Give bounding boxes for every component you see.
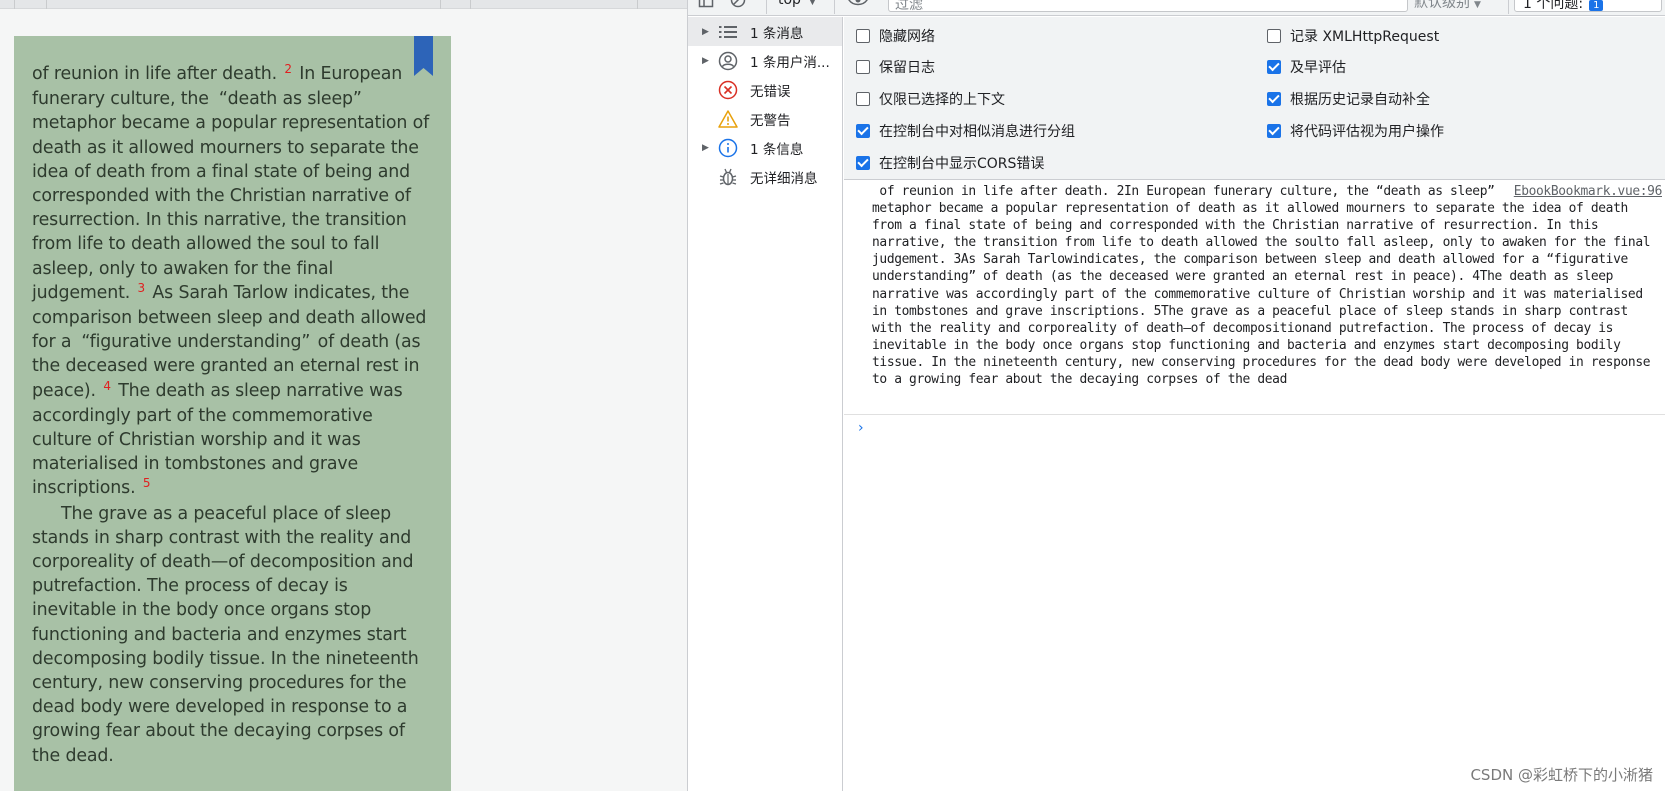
error-icon bbox=[708, 80, 748, 100]
footnote-ref[interactable]: 5 bbox=[143, 476, 151, 490]
chevron-down-icon: ▼ bbox=[808, 0, 816, 7]
option-preserve-log[interactable]: 保留日志 bbox=[856, 57, 935, 77]
issues-button[interactable]: 1 个问题: 1 bbox=[1514, 0, 1662, 12]
option-label: 在控制台中显示CORS错误 bbox=[879, 156, 1045, 172]
log-message-text: of reunion in life after death. 2In Euro… bbox=[872, 184, 1658, 388]
option-log-xhr[interactable]: 记录 XMLHttpRequest bbox=[1267, 26, 1439, 46]
checkbox[interactable] bbox=[856, 92, 870, 106]
sidebar-item-errors[interactable]: 无错误 bbox=[688, 75, 842, 104]
issues-count-badge: 1 bbox=[1589, 0, 1604, 11]
eye-icon[interactable] bbox=[848, 0, 868, 12]
devtools-console: top ▼ 过滤 默认级别 ▼ 1 个问题: 1 ▶ 1 条消息 ▶ 1 条用户消..… bbox=[687, 0, 1665, 791]
sidebar-item-label: 无警告 bbox=[750, 112, 791, 129]
issues-label: 1 个问题: bbox=[1523, 0, 1584, 12]
option-label: 隐藏网络 bbox=[879, 29, 935, 45]
checkbox[interactable] bbox=[856, 60, 870, 74]
footnote-ref[interactable]: 2 bbox=[284, 62, 292, 76]
page-text: of reunion in life after death. bbox=[32, 64, 278, 84]
log-levels-label: 默认级别 bbox=[1414, 0, 1470, 11]
ebook-viewer: of reunion in life after death. 2 In Eur… bbox=[0, 0, 687, 791]
checkbox[interactable] bbox=[856, 124, 870, 138]
sidebar-item-label: 无错误 bbox=[750, 83, 791, 100]
list-icon bbox=[708, 25, 748, 39]
sidebar-item-label: 1 条用户消... bbox=[750, 54, 830, 71]
option-label: 根据历史记录自动补全 bbox=[1290, 92, 1430, 108]
checkbox[interactable] bbox=[1267, 124, 1281, 138]
sidebar-toggle-icon[interactable] bbox=[698, 0, 714, 12]
page-text: metaphor became a popular representation… bbox=[32, 113, 430, 303]
option-label: 保留日志 bbox=[879, 60, 935, 76]
option-group-similar[interactable]: 在控制台中对相似消息进行分组 bbox=[856, 121, 1075, 141]
bug-icon bbox=[708, 167, 748, 187]
sidebar-item-user-messages[interactable]: ▶ 1 条用户消... bbox=[688, 46, 842, 75]
console-settings-panel: 隐藏网络 保留日志 仅限已选择的上下文 在控制台中对相似消息进行分组 在控制台中… bbox=[844, 17, 1665, 180]
checkbox[interactable] bbox=[856, 29, 870, 43]
sidebar-item-label: 1 条信息 bbox=[750, 141, 804, 158]
sidebar-item-verbose[interactable]: 无详细消息 bbox=[688, 162, 842, 191]
expand-arrow-icon[interactable]: ▶ bbox=[688, 27, 709, 37]
footnote-ref[interactable]: 4 bbox=[103, 379, 111, 393]
sidebar-item-messages[interactable]: ▶ 1 条消息 bbox=[688, 17, 842, 46]
context-value: top bbox=[778, 0, 801, 8]
checkbox[interactable] bbox=[856, 156, 870, 170]
log-levels-dropdown[interactable]: 默认级别 ▼ bbox=[1414, 0, 1481, 12]
option-treat-eval-as-user-action[interactable]: 将代码评估视为用户操作 bbox=[1267, 121, 1444, 141]
checkbox[interactable] bbox=[1267, 60, 1281, 74]
console-sidebar: ▶ 1 条消息 ▶ 1 条用户消... 无错误 无警告 ▶ 1 条信息 无详细消… bbox=[688, 17, 843, 791]
sidebar-item-label: 1 条消息 bbox=[750, 25, 804, 42]
expand-arrow-icon[interactable]: ▶ bbox=[688, 56, 709, 66]
info-icon bbox=[708, 138, 748, 158]
context-selector[interactable]: top ▼ bbox=[778, 0, 816, 8]
sidebar-item-info[interactable]: ▶ 1 条信息 bbox=[688, 133, 842, 162]
warning-icon bbox=[708, 109, 748, 128]
ebook-top-toolbar bbox=[0, 0, 687, 9]
option-label: 记录 XMLHttpRequest bbox=[1290, 29, 1440, 45]
option-label: 及早评估 bbox=[1290, 60, 1346, 76]
option-eager-evaluation[interactable]: 及早评估 bbox=[1267, 57, 1346, 77]
ebook-text: of reunion in life after death. 2 In Eur… bbox=[32, 62, 433, 768]
chevron-down-icon: ▼ bbox=[1474, 0, 1481, 10]
option-label: 仅限已选择的上下文 bbox=[879, 92, 1005, 108]
option-show-cors-errors[interactable]: 在控制台中显示CORS错误 bbox=[856, 153, 1044, 173]
console-toolbar: top ▼ 过滤 默认级别 ▼ 1 个问题: 1 bbox=[688, 0, 1665, 16]
filter-input[interactable]: 过滤 bbox=[888, 0, 1408, 13]
option-selected-context-only[interactable]: 仅限已选择的上下文 bbox=[856, 89, 1005, 109]
checkbox[interactable] bbox=[1267, 92, 1281, 106]
option-autocomplete-history[interactable]: 根据历史记录自动补全 bbox=[1267, 89, 1430, 109]
sidebar-item-warnings[interactable]: 无警告 bbox=[688, 104, 842, 133]
log-source-link[interactable]: EbookBookmark.vue:96 bbox=[1514, 183, 1663, 200]
quoted-text: “figurative understanding” bbox=[81, 332, 311, 353]
console-prompt[interactable]: › bbox=[844, 417, 1665, 441]
clear-console-icon[interactable] bbox=[730, 0, 746, 12]
watermark: CSDN @彩虹桥下的小淅猪 bbox=[1470, 766, 1653, 784]
option-hide-network[interactable]: 隐藏网络 bbox=[856, 26, 935, 46]
page-paragraph: The grave as a peaceful place of sleep s… bbox=[32, 503, 419, 766]
ebook-page[interactable]: of reunion in life after death. 2 In Eur… bbox=[14, 36, 451, 791]
option-label: 将代码评估视为用户操作 bbox=[1290, 124, 1444, 140]
checkbox[interactable] bbox=[1267, 29, 1281, 43]
console-log-message[interactable]: EbookBookmark.vue:96 of reunion in life … bbox=[844, 181, 1665, 415]
user-icon bbox=[708, 51, 748, 71]
sidebar-item-label: 无详细消息 bbox=[750, 170, 818, 187]
quoted-text: “death as sleep” bbox=[218, 89, 362, 110]
footnote-ref[interactable]: 3 bbox=[138, 281, 146, 295]
expand-arrow-icon[interactable]: ▶ bbox=[688, 143, 709, 153]
prompt-chevron-icon: › bbox=[858, 420, 864, 436]
console-main: 隐藏网络 保留日志 仅限已选择的上下文 在控制台中对相似消息进行分组 在控制台中… bbox=[844, 17, 1665, 791]
option-label: 在控制台中对相似消息进行分组 bbox=[879, 124, 1075, 140]
